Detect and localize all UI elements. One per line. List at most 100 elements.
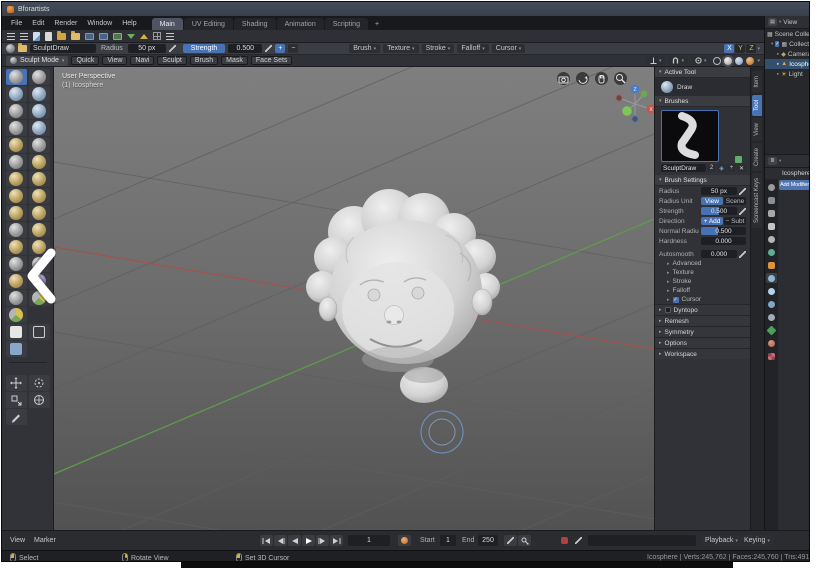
brush-clay[interactable] [6,86,27,102]
brush-crease[interactable] [6,137,27,153]
tool-box-mask[interactable] [6,324,27,340]
symmetry-x-toggle[interactable]: X [724,44,734,53]
properties-editor-icon[interactable]: ≣ [768,157,777,165]
sidebar-tab-screencast-keys[interactable]: Screencast Keys [752,173,762,228]
mode-selector[interactable]: Sculpt Mode [6,56,68,66]
menu-edit[interactable]: Edit [27,20,49,27]
snapping-dropdown[interactable] [668,56,688,65]
strength-pressure-icon[interactable] [739,208,746,215]
active-tool-brush[interactable]: Draw [655,78,750,96]
remesh-section-header[interactable]: Remesh [655,315,750,326]
direction-subtract[interactable]: − Subt [724,217,746,225]
sidebar-tab-view[interactable]: View [752,118,762,141]
brush-fill[interactable] [29,154,50,170]
brush-grab[interactable] [29,188,50,204]
menu-file[interactable]: File [6,20,27,27]
dyntopo-section-header[interactable]: Dyntopo [655,304,750,315]
brush-clay-strips[interactable] [29,86,50,102]
brush-thumb[interactable] [6,222,27,238]
outliner-view-menu[interactable]: View [783,19,797,26]
strength-slider[interactable]: Strength [183,44,225,53]
radius-value-field[interactable]: 50 px [701,187,737,195]
insert-keyframe-button[interactable] [504,535,517,546]
gizmo-z-neg-axis[interactable] [632,116,638,122]
options-section-header[interactable]: Options [655,337,750,348]
brush-users-count[interactable]: 2 [707,164,716,172]
properties-tab-scene[interactable] [766,234,777,244]
tab-brush[interactable]: Brush [190,56,218,65]
jump-to-start-button[interactable] [260,535,273,546]
transform-orientation-dropdown[interactable] [646,56,666,65]
asset-badge-icon[interactable] [735,156,742,163]
autosmooth-pressure-icon[interactable] [739,251,746,258]
tab-quick[interactable]: Quick [71,56,99,65]
overflow-menu-icon[interactable] [166,33,174,40]
stroke-subsection[interactable]: Stroke [655,277,750,286]
properties-tab-material[interactable] [766,338,777,348]
radius-unit-view[interactable]: View [701,197,723,205]
pan-view-button[interactable] [595,72,608,85]
tool-rotate[interactable] [29,375,50,391]
brush-elastic-deform[interactable] [6,205,27,221]
tab-sculpt[interactable]: Sculpt [157,56,186,65]
open-recent-icon[interactable] [71,33,80,40]
radius-field[interactable]: 50 px [128,44,166,53]
gizmo-y-neg-axis[interactable] [622,106,632,116]
keying-set-edit-button[interactable] [572,535,585,546]
jump-to-end-button[interactable] [330,535,343,546]
collection-expand-icon[interactable]: ▾ [771,41,773,47]
menu-window[interactable]: Window [82,20,117,27]
gizmo-x-neg-axis[interactable] [616,95,622,101]
radius-unit-scene[interactable]: Scene [724,197,746,205]
properties-tab-output[interactable] [766,208,777,218]
workspace-tab-uv-editing[interactable]: UV Editing [184,18,233,30]
new-brush-button[interactable]: + [727,164,736,172]
camera-expand-icon[interactable]: ▸ [777,51,779,57]
brush-draw[interactable] [6,69,27,85]
brush-blob[interactable] [29,120,50,136]
current-frame-field[interactable]: 1 [348,535,390,546]
outliner-scene-collection[interactable]: ▦ Scene Collection [765,29,810,39]
brush-scrape[interactable] [6,171,27,187]
play-reverse-button[interactable] [288,535,301,546]
properties-tab-view-layer[interactable] [766,221,777,231]
properties-tab-object-data[interactable] [766,325,777,335]
pivot-point-dropdown[interactable] [691,56,711,65]
cursor-subsection[interactable]: ✓Cursor [655,295,750,304]
outliner-camera[interactable]: ▸ ◆ Camera [765,49,810,59]
timeline-view-menu[interactable]: View [10,537,25,544]
save-as-icon[interactable] [99,33,108,40]
brush-draw-sharp[interactable] [29,69,50,85]
properties-tab-object[interactable] [766,260,777,270]
menu-render[interactable]: Render [49,20,82,27]
autosmooth-field[interactable]: 0.000 [701,250,737,258]
workspace-tab-animation[interactable]: Animation [277,18,324,30]
brush-preview-image[interactable] [661,110,719,162]
cursor-menu[interactable]: Cursor [492,44,526,53]
menu-help[interactable]: Help [117,20,141,27]
import-icon[interactable] [127,34,135,39]
browse-brush-icon[interactable] [18,45,27,52]
properties-editor-dropdown-icon[interactable]: ▾ [779,158,781,164]
rendered-shading-icon[interactable] [746,57,754,65]
workspace-tab-scripting[interactable]: Scripting [325,18,368,30]
properties-tab-world[interactable] [766,247,777,257]
save-file-icon[interactable] [85,33,94,40]
active-tool-section-header[interactable]: Active Tool [655,67,750,78]
tool-scale[interactable] [6,392,27,408]
properties-tab-render[interactable] [766,195,777,205]
add-modifier-button[interactable]: Add Modifier [779,180,810,190]
light-expand-icon[interactable]: ▸ [777,71,779,77]
tool-color-filter[interactable] [6,307,27,323]
add-workspace-button[interactable]: + [369,18,385,30]
symmetry-section-header[interactable]: Symmetry [655,326,750,337]
strength-pressure-icon[interactable] [265,45,272,52]
workspace-section-header[interactable]: Workspace [655,348,750,359]
keying-dropdown[interactable]: Keying [740,535,774,546]
brush-inflate[interactable] [6,120,27,136]
symmetry-dropdown-icon[interactable]: ▾ [757,46,760,52]
brush-settings-section-header[interactable]: Brush Settings [655,175,750,186]
strength-value-field[interactable]: 0.500 [701,207,737,215]
editor-dropdown-icon[interactable]: ▾ [779,19,781,25]
viewport-3d[interactable]: User Perspective (1) Icosphere Z [54,67,654,530]
